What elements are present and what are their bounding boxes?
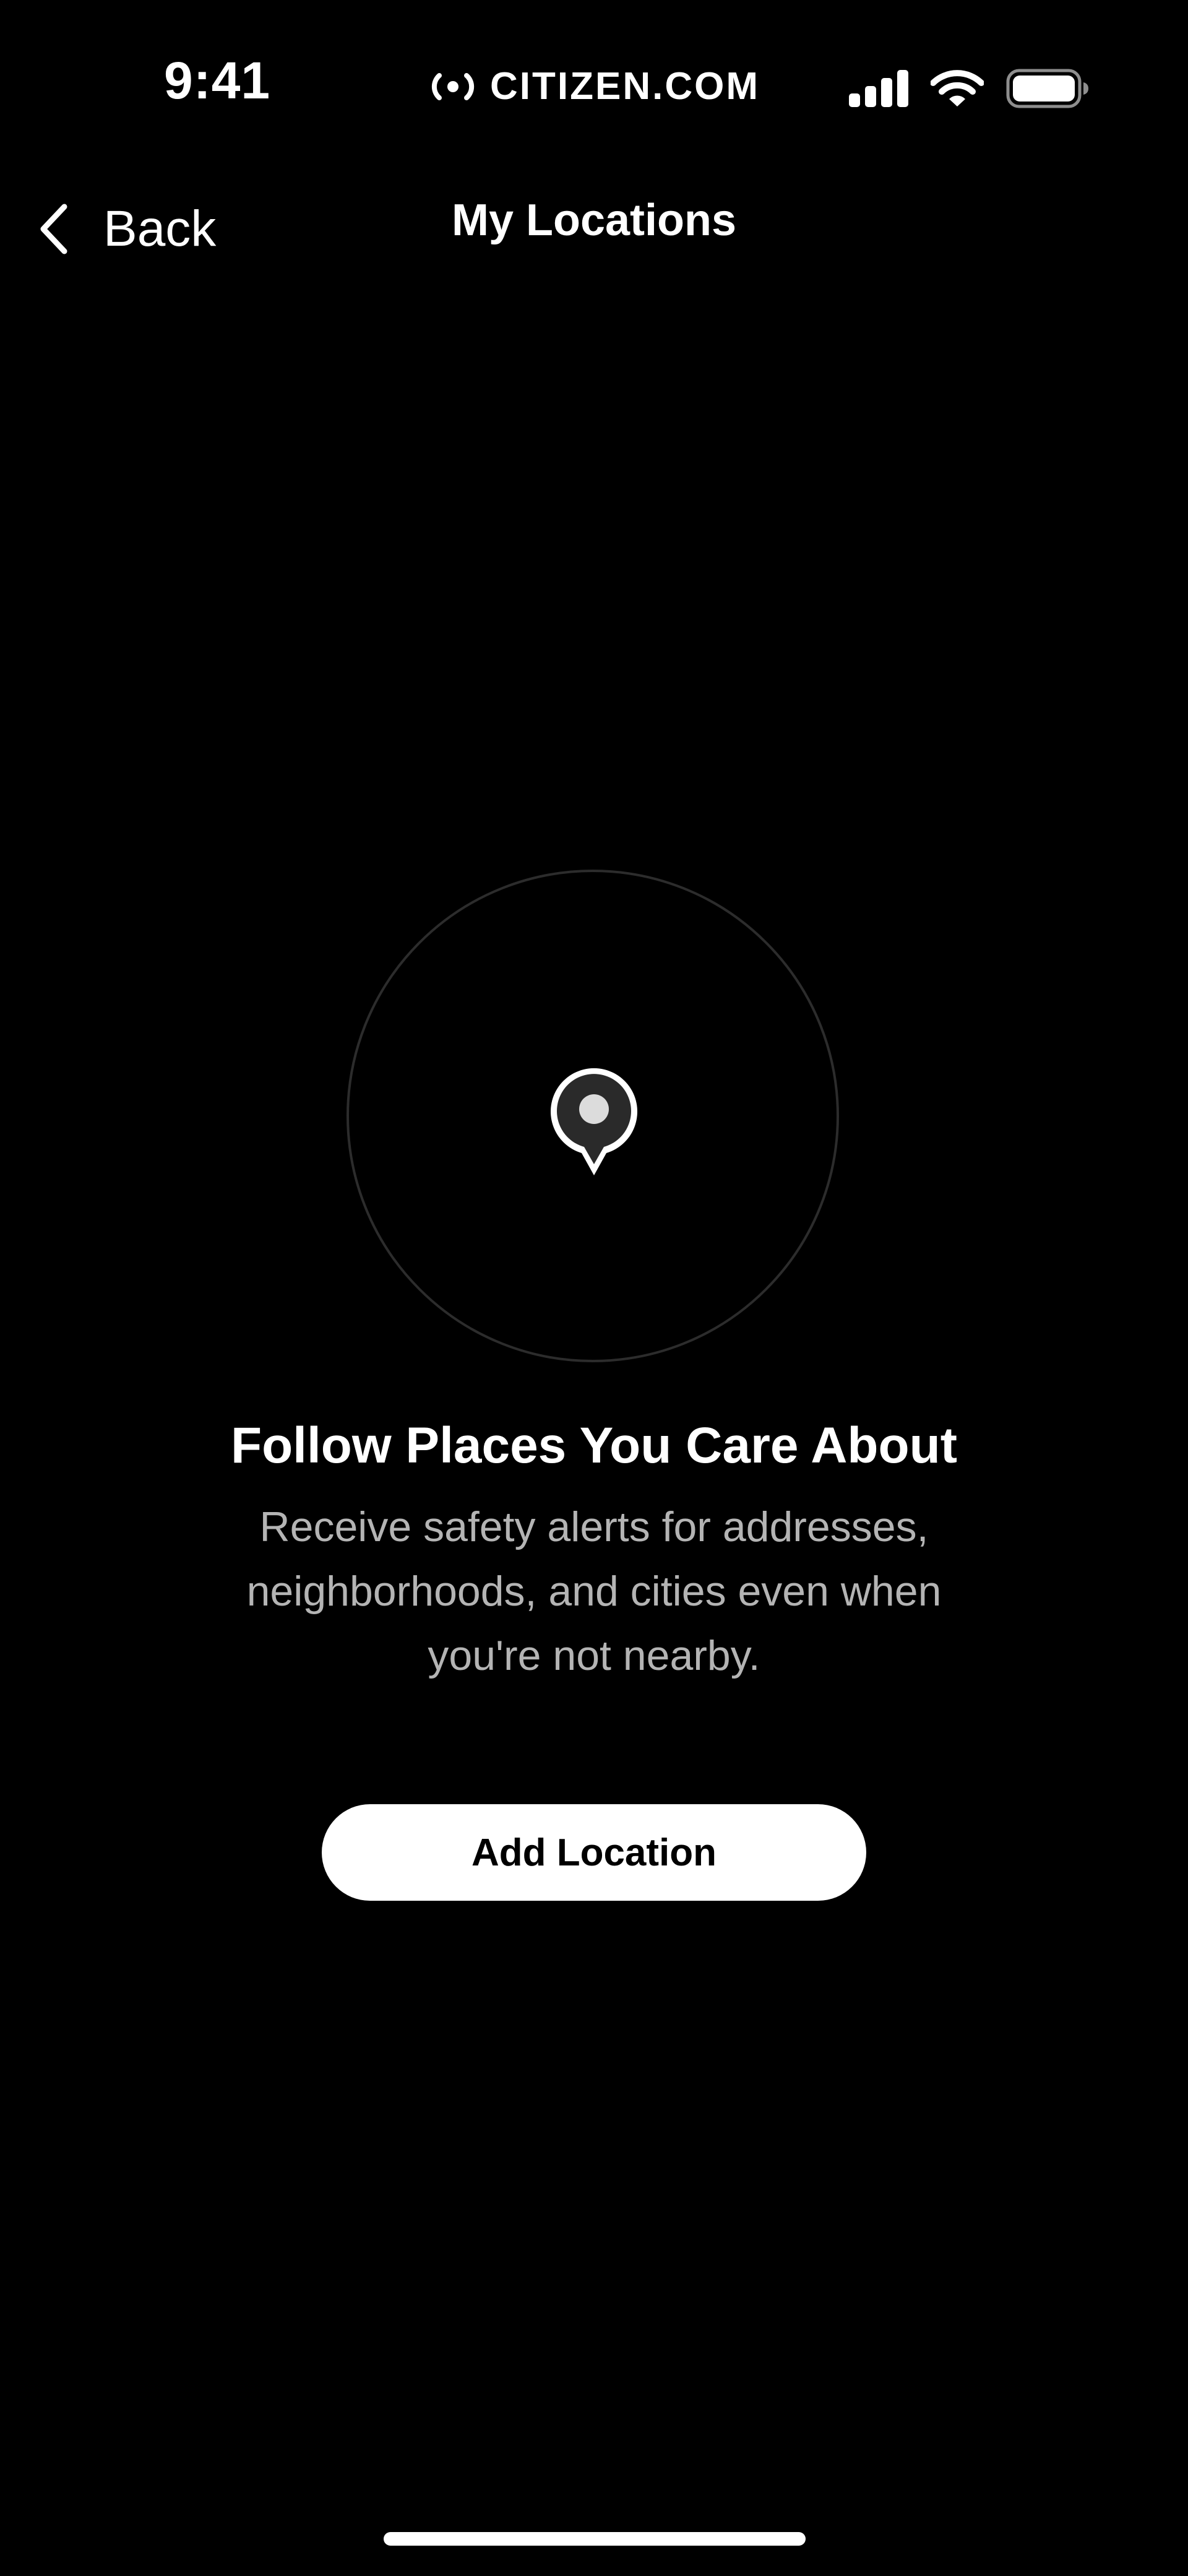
brand-text: CITIZEN.COM bbox=[490, 65, 760, 108]
battery-icon bbox=[1006, 69, 1088, 108]
page-title: My Locations bbox=[451, 196, 737, 245]
location-pin-icon bbox=[551, 1068, 637, 1175]
wifi-icon bbox=[931, 70, 984, 106]
status-icons bbox=[849, 67, 1089, 110]
status-bar: 9:41 CITIZEN.COM bbox=[0, 0, 1188, 124]
citizen-logo-icon bbox=[431, 73, 475, 100]
status-time: 9:41 bbox=[164, 51, 271, 110]
home-indicator[interactable] bbox=[384, 2532, 806, 2546]
brand-logo: CITIZEN.COM bbox=[427, 64, 760, 109]
signal-icon bbox=[849, 70, 908, 107]
empty-state-description: Receive safety alerts for addresses, nei… bbox=[246, 1503, 942, 1679]
add-location-button[interactable]: Add Location bbox=[322, 1804, 866, 1901]
empty-state-title: Follow Places You Care About bbox=[230, 1417, 958, 1474]
nav-bar: Back My Locations bbox=[0, 179, 1188, 279]
